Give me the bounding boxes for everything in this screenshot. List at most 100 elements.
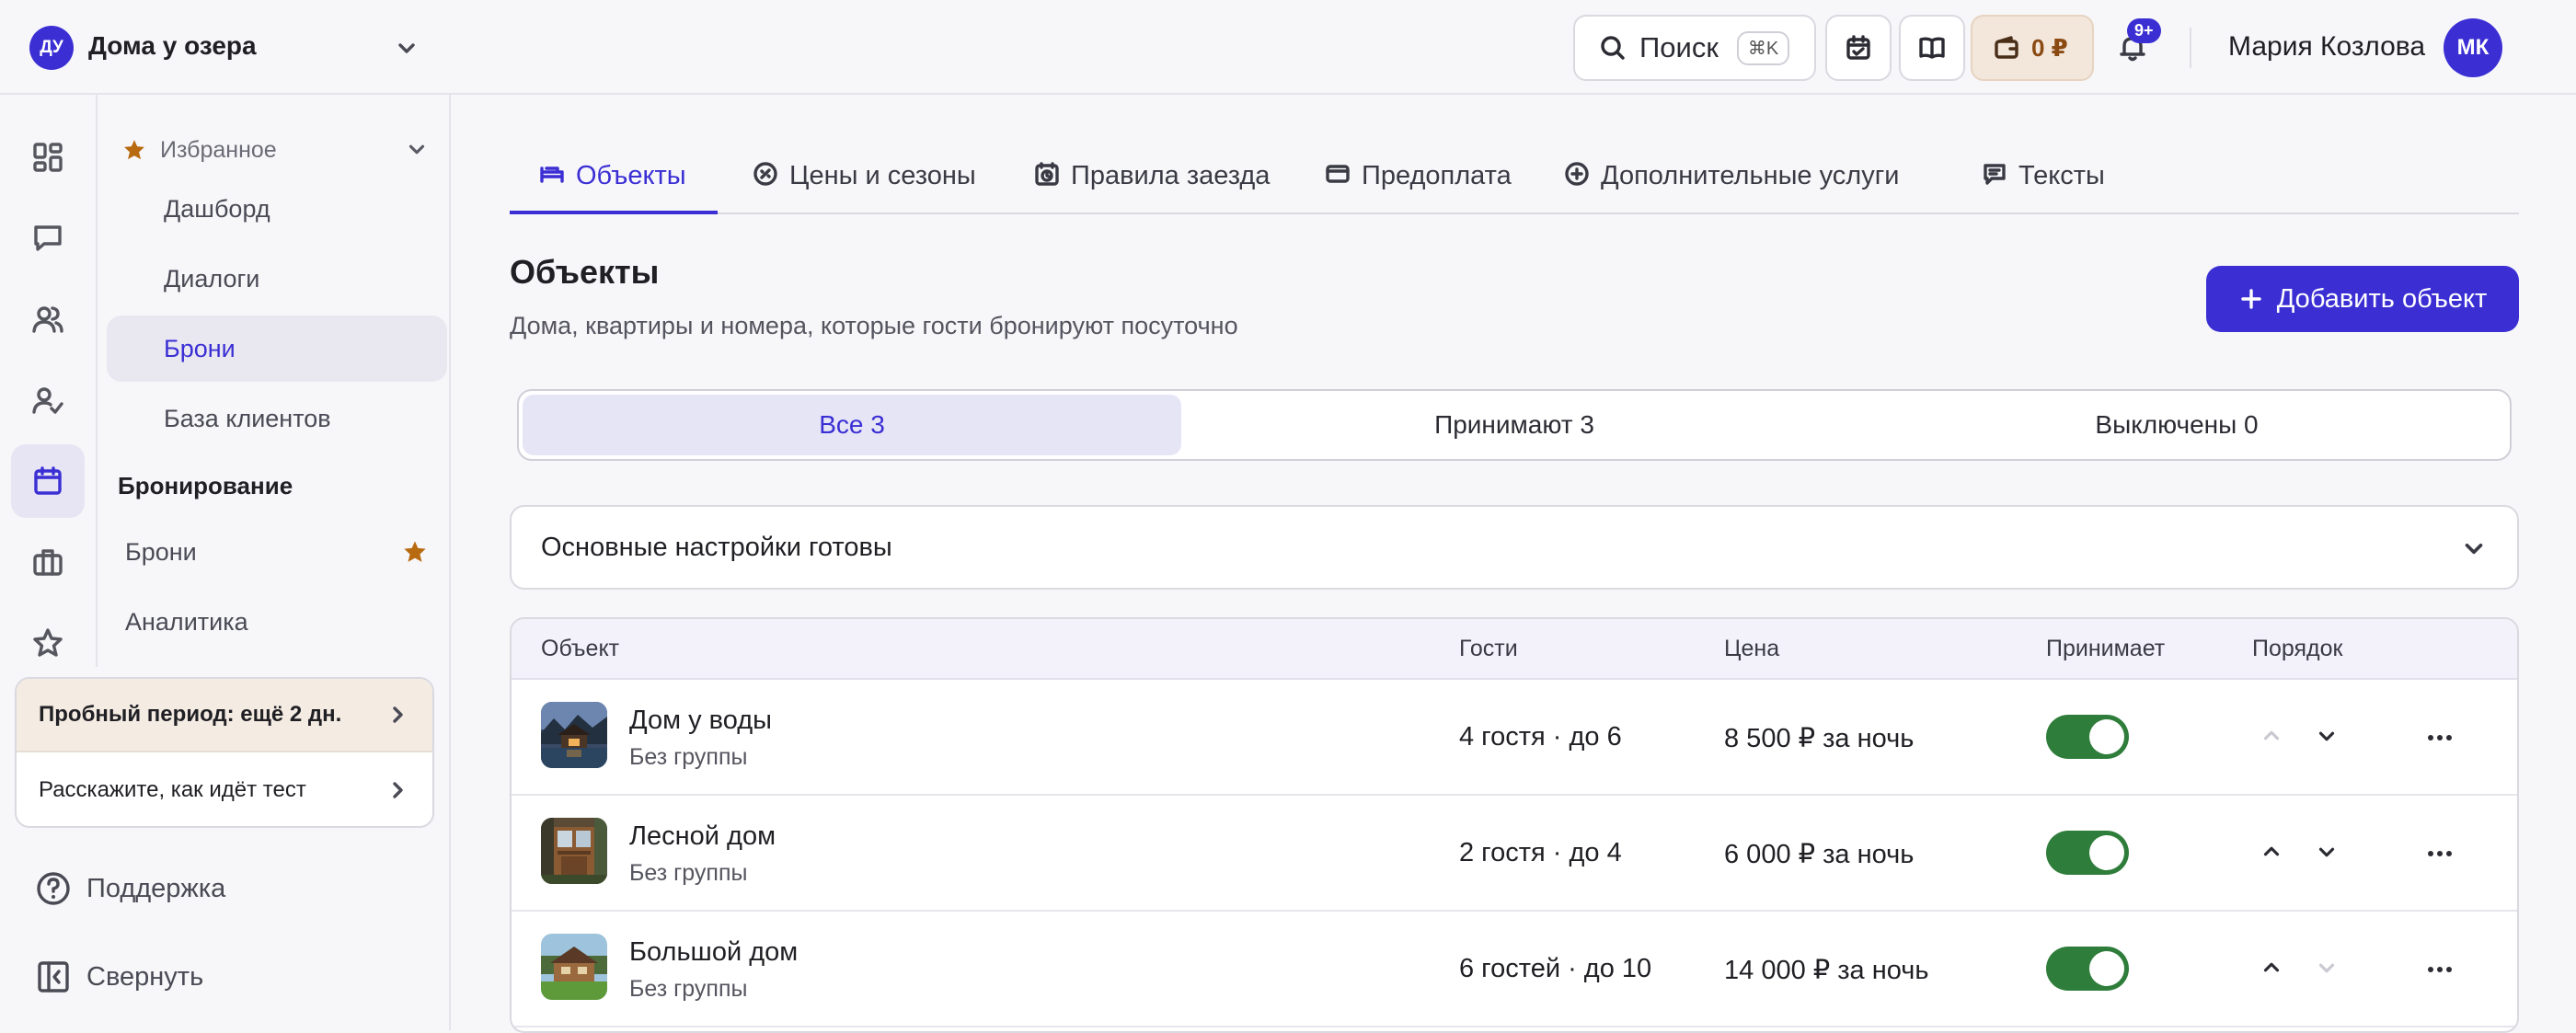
sidebar-item-bookings-section[interactable]: Брони xyxy=(125,538,429,567)
sidebar-collapse-icon xyxy=(35,958,72,995)
object-name[interactable]: Лесной дом xyxy=(629,821,776,852)
calendar-clock-icon xyxy=(1034,161,1060,187)
user-name[interactable]: Мария Козлова xyxy=(2228,31,2425,63)
column-header-accepts: Принимает xyxy=(2046,636,2166,661)
filter-all[interactable]: Все 3 xyxy=(523,395,1181,455)
dashboard-icon[interactable] xyxy=(11,121,85,194)
notifications-badge: 9+ xyxy=(2127,18,2161,43)
tab-objects[interactable]: Объекты xyxy=(510,146,718,214)
object-group: Без группы xyxy=(629,860,748,886)
chat-icon[interactable] xyxy=(11,201,85,275)
tab-label: Дополнительные услуги xyxy=(1601,161,1900,190)
filter-disabled[interactable]: Выключены 0 xyxy=(1847,395,2506,455)
tab-prices[interactable]: Цены и сезоны xyxy=(753,146,976,214)
message-text-icon xyxy=(1982,161,2007,187)
collapse-sidebar-button[interactable]: Свернуть xyxy=(35,958,203,995)
object-name[interactable]: Дом у воды xyxy=(629,706,772,736)
object-guests: 2 гостя · до 4 xyxy=(1459,838,1622,867)
filter-accepting[interactable]: Принимают 3 xyxy=(1185,395,1844,455)
tag-icon xyxy=(753,161,778,187)
calendar-check-icon xyxy=(1844,33,1873,63)
object-thumbnail xyxy=(541,818,607,884)
accepts-toggle[interactable] xyxy=(2046,715,2129,759)
chevron-down-icon[interactable] xyxy=(2315,840,2339,864)
briefcase-icon[interactable] xyxy=(11,525,85,599)
feedback-link[interactable]: Расскажите, как идёт тест xyxy=(17,752,432,826)
object-name[interactable]: Большой дом xyxy=(629,937,798,968)
column-header-price: Цена xyxy=(1724,636,1780,661)
object-guests: 4 гостя · до 6 xyxy=(1459,722,1622,752)
add-object-button[interactable]: Добавить объект xyxy=(2206,266,2519,332)
add-object-label: Добавить объект xyxy=(2276,283,2488,314)
users-icon[interactable] xyxy=(11,282,85,356)
tab-label: Объекты xyxy=(576,161,686,190)
trial-card: Пробный период: ещё 2 дн. Расскажите, ка… xyxy=(15,677,434,828)
divider xyxy=(2190,28,2191,68)
search-label: Поиск xyxy=(1639,31,1719,63)
chevron-up-icon xyxy=(2260,724,2283,748)
tab-extra-services[interactable]: Дополнительные услуги xyxy=(1564,146,1900,214)
favorites-title: Избранное xyxy=(160,136,277,163)
object-group: Без группы xyxy=(629,976,748,1002)
more-horizontal-icon[interactable] xyxy=(2425,842,2455,866)
sidebar-item-clients[interactable]: База клиентов xyxy=(107,385,447,452)
credit-card-icon xyxy=(1325,161,1351,187)
balance-amount: 0 ₽ xyxy=(2031,33,2068,62)
setup-accordion[interactable]: Основные настройки готовы xyxy=(510,505,2519,590)
chevron-down-icon xyxy=(405,137,429,161)
accepts-toggle[interactable] xyxy=(2046,831,2129,875)
help-book-button[interactable] xyxy=(1899,15,1965,81)
chevron-down-icon[interactable] xyxy=(2315,724,2339,748)
main-content: Объекты Цены и сезоны Правила заезда Пре… xyxy=(449,95,2576,1033)
balance-button[interactable]: 0 ₽ xyxy=(1971,15,2094,81)
table-row[interactable]: Дом у воды Без группы 4 гостя · до 6 8 5… xyxy=(512,680,2517,796)
sidebar-item-dashboard[interactable]: Дашборд xyxy=(107,176,447,242)
search-button[interactable]: Поиск ⌘K xyxy=(1573,15,1816,81)
favorite-star-icon[interactable] xyxy=(401,538,429,566)
tab-label: Правила заезда xyxy=(1071,161,1271,190)
objects-table: Объект Гости Цена Принимает Порядок Дом … xyxy=(510,617,2519,1033)
object-thumbnail xyxy=(541,702,607,768)
more-horizontal-icon[interactable] xyxy=(2425,958,2455,981)
accordion-label: Основные настройки готовы xyxy=(541,532,892,562)
support-link[interactable]: Поддержка xyxy=(35,870,225,907)
chevron-down-icon xyxy=(2460,534,2488,562)
tabs: Объекты Цены и сезоны Правила заезда Пре… xyxy=(510,146,2519,214)
toggle-knob xyxy=(2089,835,2124,870)
favorites-header[interactable]: Избранное xyxy=(121,132,434,168)
tab-texts[interactable]: Тексты xyxy=(1982,146,2105,214)
page-title: Объекты xyxy=(510,253,660,291)
tab-prepayment[interactable]: Предоплата xyxy=(1325,146,1512,214)
object-price: 6 000 ₽ за ночь xyxy=(1724,840,1915,869)
tab-label: Цены и сезоны xyxy=(789,161,976,190)
favorite-star-icon xyxy=(121,137,147,163)
tab-checkin-rules[interactable]: Правила заезда xyxy=(1034,146,1270,214)
chevron-down-icon[interactable] xyxy=(394,35,420,61)
nav-section-title: Бронирование xyxy=(118,472,293,499)
accepts-toggle[interactable] xyxy=(2046,947,2129,991)
calendar-icon[interactable] xyxy=(11,444,85,518)
chevron-right-icon xyxy=(386,704,408,726)
chevron-up-icon[interactable] xyxy=(2260,840,2283,864)
sidebar-item-label: Брони xyxy=(125,538,197,566)
calendar-button[interactable] xyxy=(1825,15,1892,81)
toggle-knob xyxy=(2089,951,2124,986)
table-row[interactable]: Большой дом Без группы 6 гостей · до 10 … xyxy=(512,912,2517,1027)
workspace-avatar[interactable]: ДУ xyxy=(29,26,74,70)
user-avatar[interactable]: МК xyxy=(2444,18,2502,77)
plus-icon xyxy=(2238,286,2264,312)
sidebar-item-bookings[interactable]: Брони xyxy=(107,316,447,382)
user-check-icon[interactable] xyxy=(11,363,85,437)
bed-icon xyxy=(539,161,565,187)
star-icon[interactable] xyxy=(11,606,85,680)
wallet-icon xyxy=(1993,34,2020,62)
chevron-up-icon[interactable] xyxy=(2260,956,2283,980)
workspace-name[interactable]: Дома у озера xyxy=(88,31,257,61)
toggle-knob xyxy=(2089,719,2124,754)
sidebar-item-dialogs[interactable]: Диалоги xyxy=(107,246,447,312)
more-horizontal-icon[interactable] xyxy=(2425,726,2455,750)
sidebar-item-analytics[interactable]: Аналитика xyxy=(125,608,429,637)
table-header: Объект Гости Цена Принимает Порядок xyxy=(512,619,2517,680)
table-row[interactable]: Лесной дом Без группы 2 гостя · до 4 6 0… xyxy=(512,796,2517,912)
trial-banner[interactable]: Пробный период: ещё 2 дн. xyxy=(17,679,432,752)
